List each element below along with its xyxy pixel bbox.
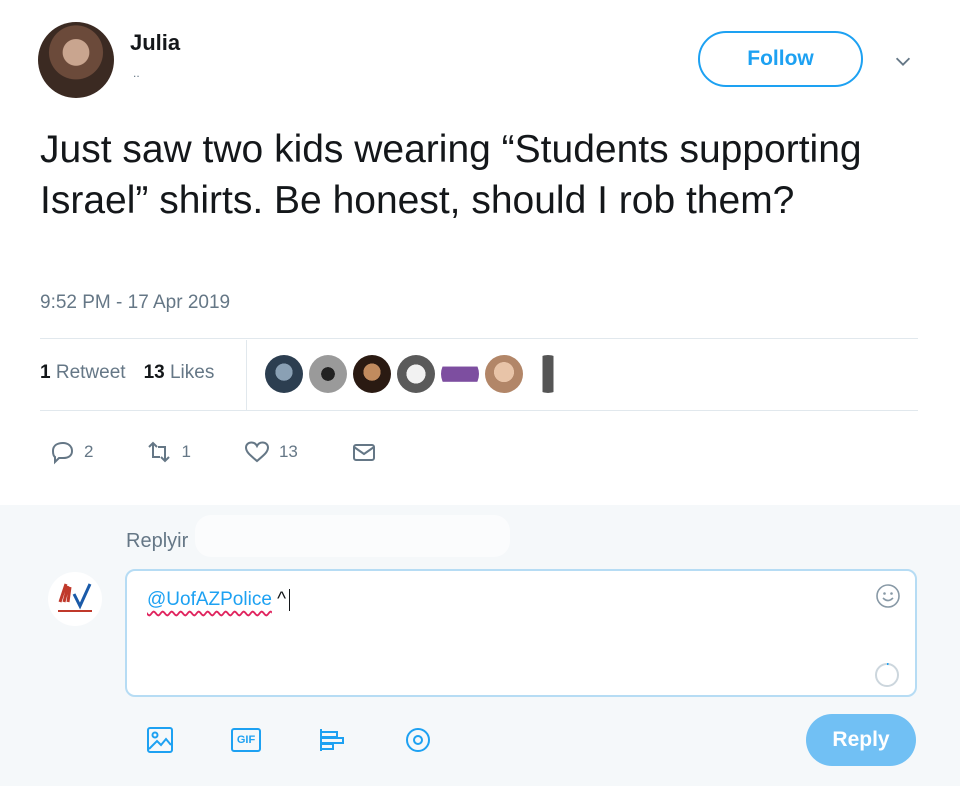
reply-icon [51,441,74,465]
author-handle: .. [133,66,140,80]
likes-stat-count: 13 [143,362,165,383]
add-poll-button[interactable] [314,722,350,758]
liker-avatar[interactable] [265,355,303,393]
text-cursor [289,589,291,611]
liker-avatar[interactable] [397,355,435,393]
gif-icon: GIF [231,728,261,752]
emoji-icon[interactable] [875,583,901,609]
add-media-button[interactable] [142,722,178,758]
retweet-stat[interactable]: 1 Retweet [40,362,126,384]
retweet-stat-count: 1 [40,362,51,383]
divider [40,338,918,339]
retweet-stat-label: Retweet [55,362,126,383]
retweet-count: 1 [181,442,191,461]
like-action[interactable]: 13 [243,438,298,466]
author-name[interactable]: Julia [130,30,180,56]
heart-icon [244,441,269,463]
reply-composer[interactable]: @UofAZPolice ^ [125,569,917,697]
reply-button[interactable]: Reply [806,714,916,766]
university-logo-icon [58,583,92,612]
composer-mention: @UofAZPolice [147,589,272,611]
tweet-text: Just saw two kids wearing “Students supp… [40,128,862,222]
liker-avatar[interactable] [441,355,479,393]
replying-to-label: Replyir [126,530,189,552]
chevron-down-icon[interactable] [892,50,914,72]
composer-toolbar: GIF [142,722,436,758]
liker-avatar[interactable] [529,355,567,393]
stats-separator [246,340,247,410]
likes-stat[interactable]: 13 Likes [144,362,215,384]
reply-count: 2 [84,442,94,461]
liker-avatars [265,355,567,393]
liker-avatar[interactable] [485,355,523,393]
add-location-button[interactable] [400,722,436,758]
liker-avatar[interactable] [309,355,347,393]
liker-avatar[interactable] [353,355,391,393]
redacted-region [195,515,510,557]
divider [40,410,918,411]
composer-rest: ^ [271,589,287,611]
tweet-actions: 2 1 13 [48,438,430,466]
user-avatar[interactable] [48,572,102,626]
image-icon [147,727,173,753]
poll-icon [320,729,344,751]
message-action[interactable] [350,438,378,466]
author-avatar[interactable] [38,22,114,98]
likes-stat-label: Likes [169,362,215,383]
add-gif-button[interactable]: GIF [228,722,264,758]
tweet-stats: 1 Retweet 13 Likes [40,362,214,384]
tweet-card: Julia .. Follow Just saw two kids wearin… [0,0,960,505]
like-count: 13 [278,442,298,461]
location-icon [406,728,430,752]
follow-button[interactable]: Follow [698,31,863,87]
retweet-icon [148,441,171,463]
retweet-action[interactable]: 1 [145,438,191,466]
reply-action[interactable]: 2 [48,438,93,466]
tweet-timestamp[interactable]: 9:52 PM - 17 Apr 2019 [40,292,230,314]
character-counter-icon [875,662,899,687]
envelope-icon [352,444,375,461]
composer-content[interactable]: @UofAZPolice ^ [147,589,291,611]
